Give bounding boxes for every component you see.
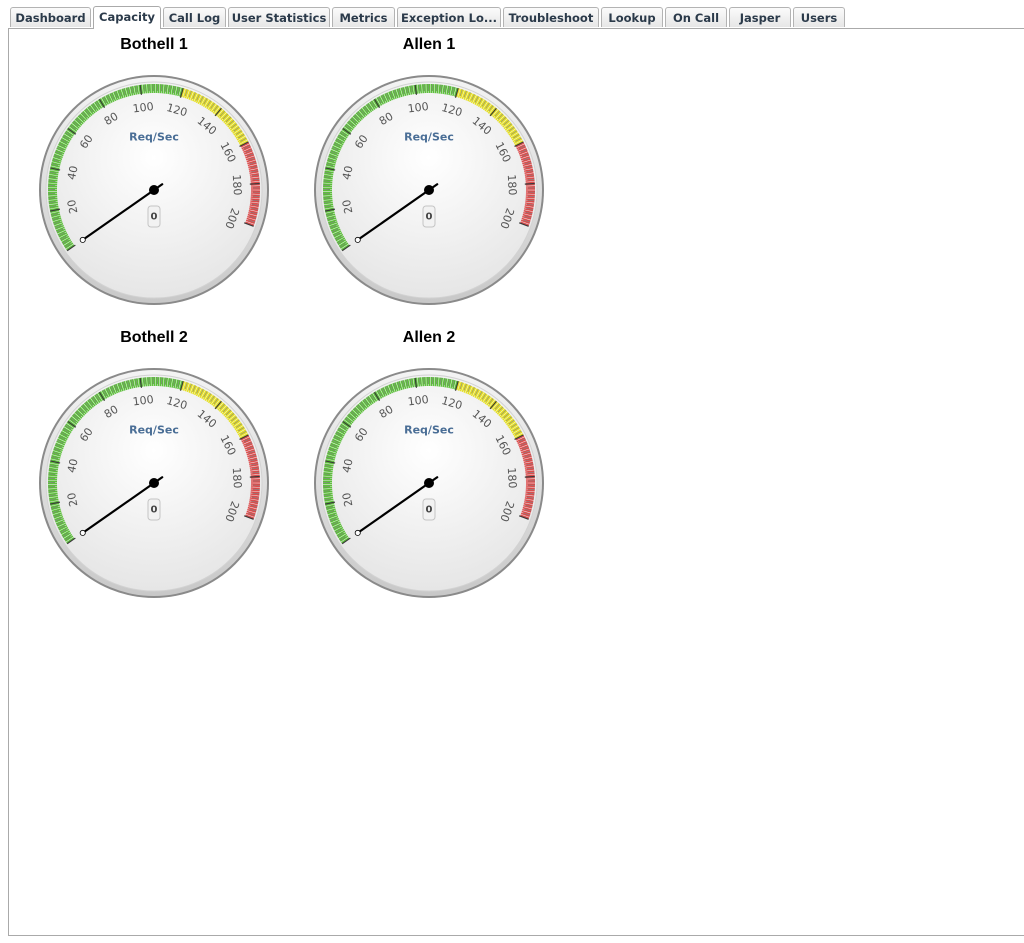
gauge-tick-label: 180	[230, 174, 244, 196]
gauge-tick-label: 100	[132, 100, 155, 116]
tab-dashboard[interactable]: Dashboard	[10, 7, 91, 27]
gauge-value-label: 0	[426, 505, 433, 516]
gauge-tick-label: 20	[340, 491, 356, 507]
tab-user-statistics[interactable]: User Statistics	[228, 7, 330, 27]
gauge-tick-label: 100	[132, 393, 155, 409]
gauge-bothell-1: 20406080100 120140160180200Req/Sec0	[39, 75, 269, 305]
gauge-tick-label: 180	[505, 467, 519, 489]
tab-users[interactable]: Users	[793, 7, 845, 27]
gauge-hub	[424, 185, 434, 195]
gauge-needle-tip	[354, 529, 361, 536]
tab-jasper[interactable]: Jasper	[729, 7, 791, 27]
gauge-unit-label: Req/Sec	[404, 131, 454, 144]
gauge-unit-label: Req/Sec	[129, 424, 179, 437]
gauge-value-label: 0	[426, 212, 433, 223]
gauge-title-bothell-2: Bothell 2	[120, 329, 188, 346]
tab-lookup[interactable]: Lookup	[601, 7, 663, 27]
tab-troubleshoot[interactable]: Troubleshoot	[503, 7, 599, 27]
gauge-tick-label: 20	[65, 198, 81, 214]
gauge-tick-label: 180	[505, 174, 519, 196]
gauge-unit-label: Req/Sec	[129, 131, 179, 144]
gauge-title-allen-2: Allen 2	[402, 329, 456, 346]
gauge-hub	[424, 478, 434, 488]
gauge-tick-label: 100	[407, 100, 430, 116]
gauge-needle-tip	[79, 236, 86, 243]
gauge-value-label: 0	[151, 505, 158, 516]
gauge-needle-tip	[354, 236, 361, 243]
tab-call-log[interactable]: Call Log	[163, 7, 226, 27]
gauge-tick-label: 20	[340, 198, 356, 214]
gauge-tick-label: 180	[230, 467, 244, 489]
gauge-tick-label: 20	[65, 491, 81, 507]
gauge-tick-label: 100	[407, 393, 430, 409]
tab-capacity[interactable]: Capacity	[93, 6, 161, 29]
tab-bar: Dashboard Capacity Call Log User Statist…	[0, 0, 1024, 29]
gauge-allen-2: 20406080100 120140160180200Req/Sec0	[314, 368, 544, 598]
gauge-title-allen-1: Allen 1	[402, 36, 456, 53]
tab-on-call[interactable]: On Call	[665, 7, 727, 27]
tab-exception-log[interactable]: Exception Lo...	[397, 7, 501, 27]
tab-metrics[interactable]: Metrics	[332, 7, 395, 27]
gauge-hub	[149, 478, 159, 488]
gauge-title-bothell-1: Bothell 1	[120, 36, 188, 53]
gauge-needle-tip	[79, 529, 86, 536]
gauge-unit-label: Req/Sec	[404, 424, 454, 437]
gauge-allen-1: 20406080100 120140160180200Req/Sec0	[314, 75, 544, 305]
gauge-bothell-2: 20406080100 120140160180200Req/Sec0	[39, 368, 269, 598]
gauge-hub	[149, 185, 159, 195]
gauge-value-label: 0	[151, 212, 158, 223]
